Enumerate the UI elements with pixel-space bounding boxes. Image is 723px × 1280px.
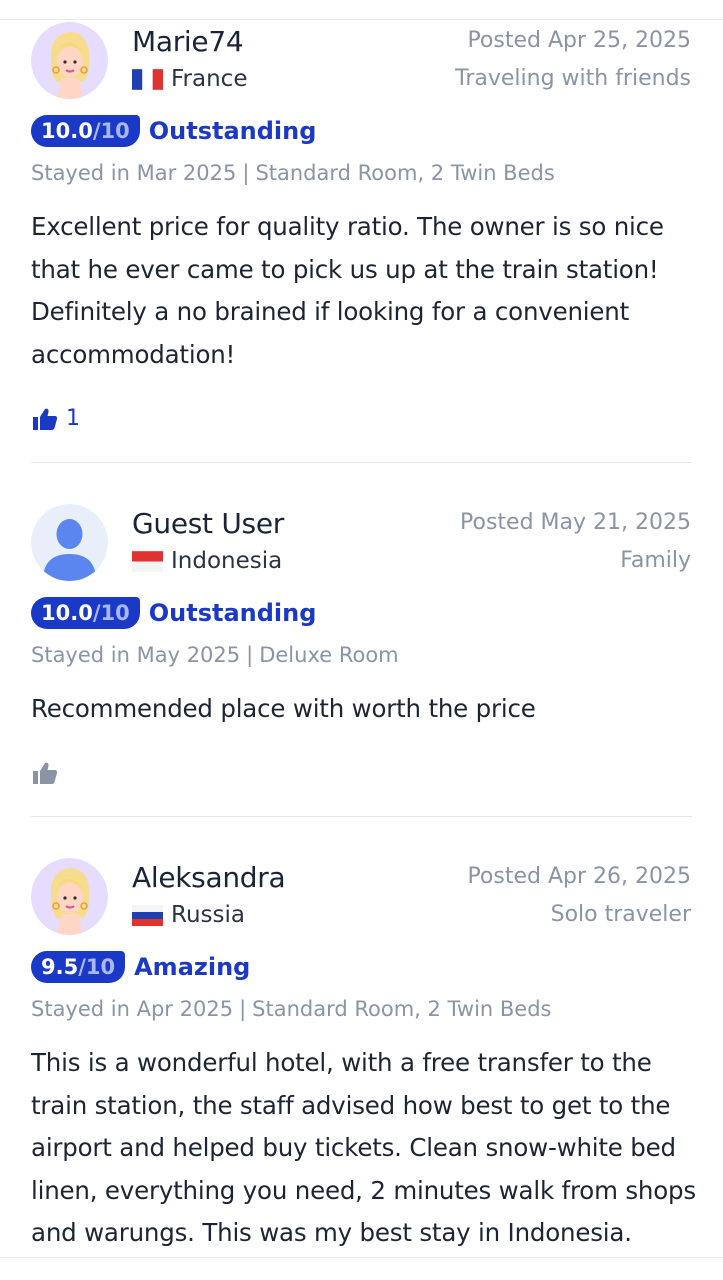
like-button[interactable] <box>33 762 57 784</box>
top-divider <box>0 19 723 20</box>
review-text: This is a wonderful hotel, with a free t… <box>31 1048 696 1247</box>
room-type: Standard Room, 2 Twin Beds <box>252 997 552 1021</box>
score-row: 10.0/10 Outstanding <box>31 597 316 629</box>
reviewer-country: Russia <box>132 902 245 928</box>
trip-type: Traveling with friends <box>455 66 691 91</box>
stay-date: Stayed in Apr 2025 <box>31 997 234 1021</box>
stay-date: Stayed in May 2025 <box>31 643 241 667</box>
bottom-divider <box>0 1257 723 1258</box>
like-count: 1 <box>66 406 80 431</box>
indonesia-flag-icon <box>132 550 163 572</box>
score-badge: 10.0/10 <box>31 115 140 147</box>
woman-avatar-icon <box>31 858 108 935</box>
room-type: Deluxe Room <box>259 643 399 667</box>
score-value: 10.0 <box>41 601 93 625</box>
review-divider <box>31 462 692 463</box>
posted-date: Posted May 21, 2025 <box>460 510 691 535</box>
country-label: Indonesia <box>171 548 283 574</box>
reviewer-name: Guest User <box>132 507 284 540</box>
country-label: Russia <box>171 902 245 928</box>
reviews-page: Marie74 France Posted Apr 25, 2025 Trave… <box>0 0 723 1280</box>
score-row: 10.0/10 Outstanding <box>31 115 316 147</box>
score-max: /10 <box>92 601 130 625</box>
separator: | <box>242 161 250 185</box>
score-label: Outstanding <box>148 599 317 627</box>
like-button[interactable]: 1 <box>33 406 80 431</box>
russia-flag-icon <box>132 904 163 926</box>
stay-date: Stayed in Mar 2025 <box>31 161 237 185</box>
stay-details: Stayed in May 2025 | Deluxe Room <box>31 643 399 667</box>
reviewer-country: France <box>132 66 247 92</box>
reviewer-name: Aleksandra <box>132 861 286 894</box>
reviewer-country: Indonesia <box>132 548 282 574</box>
separator: | <box>239 997 247 1021</box>
score-badge: 9.5/10 <box>31 951 126 983</box>
thumbs-up-icon <box>33 408 57 430</box>
reviewer-name: Marie74 <box>132 25 244 58</box>
score-label: Amazing <box>134 953 251 981</box>
trip-type: Family <box>620 548 691 573</box>
trip-type: Solo traveler <box>550 902 691 927</box>
posted-date: Posted Apr 25, 2025 <box>467 28 691 53</box>
score-badge: 10.0/10 <box>31 597 140 629</box>
score-label: Outstanding <box>148 117 317 145</box>
woman-avatar-icon <box>31 22 108 99</box>
france-flag-icon <box>132 68 163 90</box>
review-text: Recommended place with worth the price <box>31 694 536 723</box>
review-divider <box>31 816 692 817</box>
thumbs-up-icon <box>33 762 57 784</box>
separator: | <box>246 643 254 667</box>
score-row: 9.5/10 Amazing <box>31 951 250 983</box>
review-text: Excellent price for quality ratio. The o… <box>31 212 664 369</box>
score-max: /10 <box>78 955 116 979</box>
stay-details: Stayed in Mar 2025 | Standard Room, 2 Twin… <box>31 161 555 185</box>
room-type: Standard Room, 2 Twin Beds <box>255 161 555 185</box>
score-max: /10 <box>92 119 130 143</box>
posted-date: Posted Apr 26, 2025 <box>467 864 691 889</box>
score-value: 9.5 <box>41 955 79 979</box>
stay-details: Stayed in Apr 2025 | Standard Room, 2 Twin… <box>31 997 551 1021</box>
country-label: France <box>171 66 248 92</box>
guest-user-avatar-icon <box>31 504 108 581</box>
score-value: 10.0 <box>41 119 93 143</box>
